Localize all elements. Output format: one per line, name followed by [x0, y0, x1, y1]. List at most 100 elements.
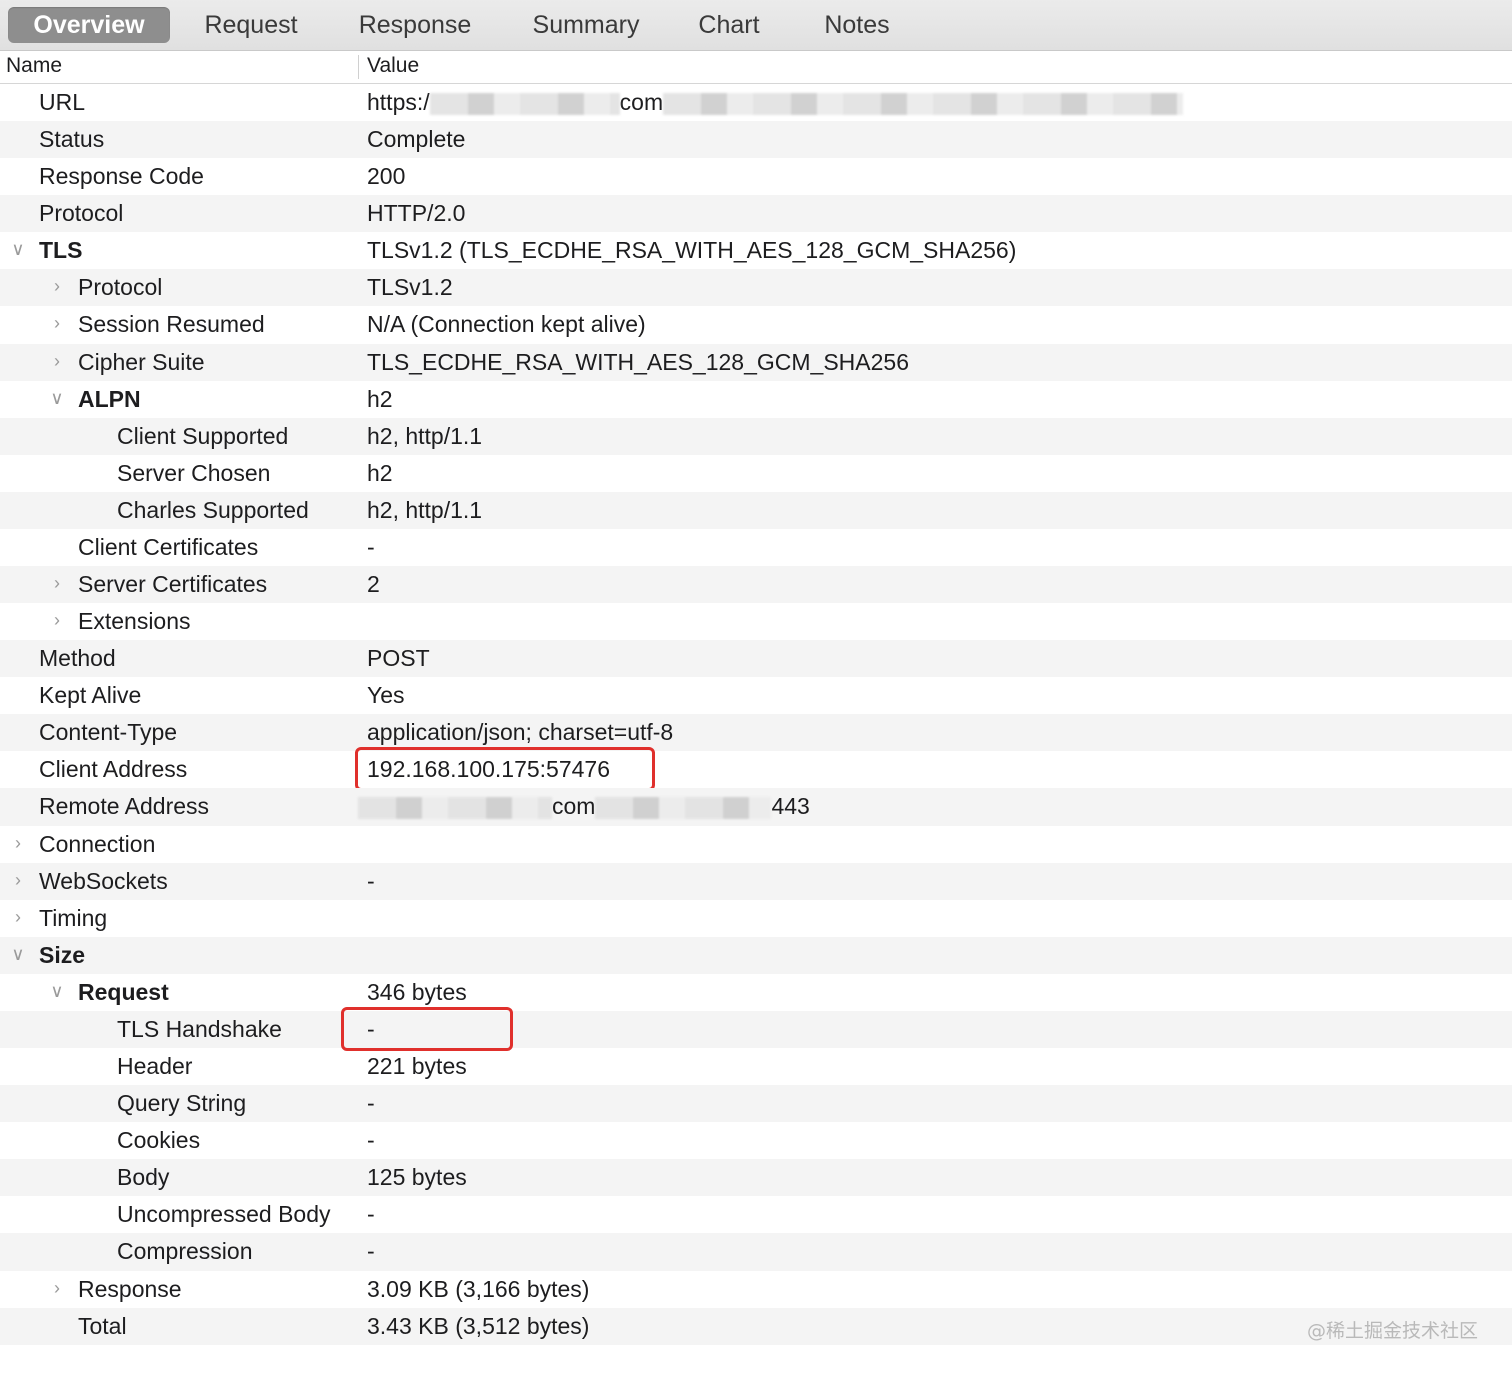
table-row[interactable]: Cookies -	[0, 1122, 1512, 1159]
table-row[interactable]: Uncompressed Body -	[0, 1196, 1512, 1233]
row-value: 3.09 KB (3,166 bytes)	[367, 1275, 590, 1302]
table-row[interactable]: ∨ Request 346 bytes	[0, 974, 1512, 1011]
overview-table: URL https:/ com Status Complete Response Code…	[0, 84, 1512, 1345]
table-row[interactable]: ∨ TLS TLSv1.2 (TLS_ECDHE_RSA_WITH_AES_128_…	[0, 232, 1512, 269]
table-row[interactable]: Status Complete	[0, 121, 1512, 159]
row-name: TLS	[39, 237, 83, 264]
chevron-right-icon[interactable]: ›	[49, 1277, 65, 1299]
table-row[interactable]: ∨ Size	[0, 936, 1512, 974]
table-row[interactable]: Remote Address com 443	[0, 788, 1512, 826]
row-value: -	[367, 533, 375, 560]
chevron-right-icon[interactable]: ›	[10, 832, 26, 854]
chevron-right-icon[interactable]: ›	[49, 275, 65, 297]
row-name: Body	[117, 1164, 170, 1191]
remote-host-suffix: com	[552, 793, 596, 820]
row-value: -	[367, 867, 375, 894]
row-value: https:/ com	[367, 89, 1184, 116]
row-value: 125 bytes	[367, 1164, 467, 1191]
chevron-down-icon[interactable]: ∨	[49, 387, 65, 409]
row-name: Protocol	[39, 200, 124, 227]
row-name: Client Supported	[117, 422, 289, 449]
table-row[interactable]: › Extensions	[0, 603, 1512, 640]
row-name: Status	[39, 126, 105, 153]
redacted-text	[595, 797, 772, 820]
tab-bar: Overview Request Response Summary Chart …	[0, 0, 1512, 51]
chevron-right-icon[interactable]: ›	[49, 609, 65, 631]
row-name: Charles Supported	[117, 496, 309, 523]
row-name: URL	[39, 89, 86, 115]
tab-chart[interactable]: Chart	[684, 7, 774, 43]
row-value: com 443	[358, 793, 810, 820]
table-row[interactable]: › Timing	[0, 900, 1512, 937]
table-row[interactable]: Content-Type application/json; charset=ut…	[0, 714, 1512, 752]
row-value: -	[367, 1127, 375, 1154]
table-row[interactable]: › Server Certificates 2	[0, 566, 1512, 604]
table-row[interactable]: Body 125 bytes	[0, 1159, 1512, 1197]
table-row[interactable]: ∨ ALPN h2	[0, 381, 1512, 418]
table-row[interactable]: Charles Supported h2, http/1.1	[0, 491, 1512, 529]
row-value: 221 bytes	[367, 1053, 467, 1080]
row-value: -	[367, 1201, 375, 1228]
table-row[interactable]: Kept Alive Yes	[0, 677, 1512, 714]
row-name: Response	[78, 1275, 182, 1302]
table-row[interactable]: Server Chosen h2	[0, 455, 1512, 492]
column-divider[interactable]	[358, 55, 359, 79]
row-name: Method	[39, 645, 116, 672]
tab-overview[interactable]: Overview	[8, 7, 170, 43]
chevron-right-icon[interactable]: ›	[49, 350, 65, 372]
row-name: Cookies	[117, 1127, 201, 1154]
tab-response[interactable]: Response	[342, 7, 488, 43]
table-row[interactable]: Response Code 200	[0, 158, 1512, 195]
row-value: 192.168.100.175:57476	[367, 756, 611, 783]
row-name: Kept Alive	[39, 682, 142, 709]
chevron-down-icon[interactable]: ∨	[10, 943, 26, 965]
row-name: Client Certificates	[78, 533, 259, 560]
table-row[interactable]: Header 221 bytes	[0, 1048, 1512, 1085]
row-value: h2	[367, 385, 393, 412]
table-row[interactable]: Client Address 192.168.100.175:57476	[0, 747, 1512, 792]
row-value: h2	[367, 459, 393, 486]
table-row[interactable]: › Response 3.09 KB (3,166 bytes)	[0, 1271, 1512, 1308]
chevron-right-icon[interactable]: ›	[10, 869, 26, 891]
row-value: 3.43 KB (3,512 bytes)	[367, 1312, 590, 1339]
row-value: HTTP/2.0	[367, 200, 466, 227]
table-row[interactable]: › Connection	[0, 826, 1512, 863]
table-header: Name Value	[0, 51, 1512, 84]
redacted-text	[429, 92, 620, 115]
remote-port: 443	[771, 793, 810, 820]
chevron-down-icon[interactable]: ∨	[10, 238, 26, 260]
table-row[interactable]: Protocol HTTP/2.0	[0, 195, 1512, 233]
row-name: Header	[117, 1053, 193, 1080]
table-row[interactable]: Method POST	[0, 640, 1512, 678]
row-value: -	[367, 1015, 375, 1042]
row-name: Timing	[39, 904, 108, 931]
chevron-right-icon[interactable]: ›	[10, 906, 26, 928]
table-row[interactable]: Client Certificates -	[0, 529, 1512, 566]
row-name: Total	[78, 1312, 127, 1339]
table-row[interactable]: URL https:/ com	[0, 84, 1512, 121]
table-row[interactable]: › WebSockets -	[0, 862, 1512, 900]
tab-summary[interactable]: Summary	[514, 7, 658, 43]
table-row[interactable]: › Protocol TLSv1.2	[0, 269, 1512, 307]
table-row[interactable]: TLS Handshake -	[0, 1006, 1512, 1051]
tab-request[interactable]: Request	[186, 7, 316, 43]
row-value: TLSv1.2 (TLS_ECDHE_RSA_WITH_AES_128_GCM_…	[367, 237, 1017, 264]
chevron-right-icon[interactable]: ›	[49, 312, 65, 334]
row-name: Session Resumed	[78, 311, 265, 338]
url-suffix: com	[619, 89, 664, 115]
table-row[interactable]: Compression -	[0, 1233, 1512, 1271]
url-prefix: https:/	[367, 89, 430, 115]
table-row[interactable]: › Cipher Suite TLS_ECDHE_RSA_WITH_AES_128_…	[0, 343, 1512, 381]
row-name: Protocol	[78, 274, 163, 301]
table-row[interactable]: Query String -	[0, 1085, 1512, 1123]
table-row[interactable]: › Session Resumed N/A (Connection kept ali…	[0, 306, 1512, 343]
table-row[interactable]: Client Supported h2, http/1.1	[0, 417, 1512, 455]
row-value: TLS_ECDHE_RSA_WITH_AES_128_GCM_SHA256	[367, 348, 910, 375]
row-name: Client Address	[39, 756, 188, 783]
tab-notes[interactable]: Notes	[806, 7, 908, 43]
table-row[interactable]: Total 3.43 KB (3,512 bytes)	[0, 1307, 1512, 1345]
column-header-name[interactable]: Name	[6, 54, 62, 78]
chevron-down-icon[interactable]: ∨	[49, 980, 65, 1002]
chevron-right-icon[interactable]: ›	[49, 572, 65, 594]
column-header-value[interactable]: Value	[367, 54, 419, 78]
